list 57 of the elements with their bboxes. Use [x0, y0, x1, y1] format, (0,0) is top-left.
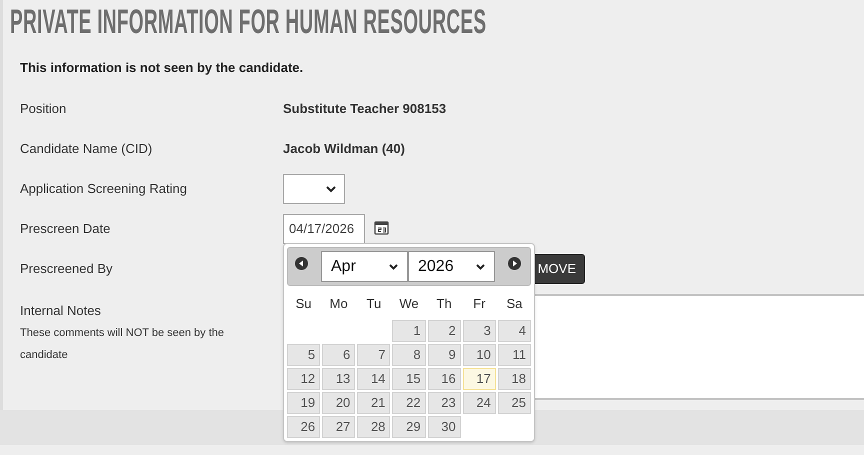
weekday-header: Sa — [506, 295, 522, 314]
notes-hint: These comments will NOT be seen by the candidate — [20, 326, 225, 362]
day-cell[interactable]: 24 — [462, 392, 496, 414]
field-label: Prescreened By — [20, 260, 114, 278]
calendar-icon[interactable] — [374, 220, 389, 234]
year-dropdown[interactable]: 2026 — [408, 251, 495, 282]
next-icon[interactable] — [508, 257, 521, 270]
section-heading: PRIVATE INFORMATION FOR HUMAN RESOURCES — [10, 4, 486, 40]
field-label: Application Screening Rating — [20, 180, 188, 198]
day-cell[interactable]: 7 — [357, 344, 390, 366]
day-cell[interactable]: 28 — [357, 416, 390, 438]
field-label: Position — [20, 100, 68, 118]
day-cell[interactable]: 1 — [392, 320, 426, 342]
day-cell[interactable]: 26 — [287, 416, 320, 438]
day-cell[interactable]: 3 — [462, 320, 496, 342]
day-cell[interactable]: 15 — [392, 368, 426, 390]
chevron-down-icon — [389, 264, 398, 270]
day-cell[interactable]: 13 — [322, 368, 356, 390]
weekday-header: Tu — [366, 295, 382, 314]
day-cell[interactable]: 20 — [322, 392, 356, 414]
date-field[interactable]: 04/17/2026 — [283, 214, 365, 244]
previous-icon[interactable] — [295, 257, 308, 270]
day-cell[interactable]: 17 — [462, 368, 496, 390]
day-cell[interactable]: 27 — [322, 416, 356, 438]
chevron-down-icon — [326, 186, 336, 192]
day-cell[interactable]: 16 — [428, 368, 461, 390]
day-cell[interactable]: 9 — [428, 344, 461, 366]
notice-text: This information is not seen by the candidate. — [20, 59, 304, 78]
day-cell[interactable]: 14 — [357, 368, 390, 390]
day-cell[interactable]: 11 — [498, 344, 531, 366]
day-cell[interactable]: 18 — [498, 368, 531, 390]
day-cell[interactable]: 10 — [462, 344, 496, 366]
chevron-down-icon — [476, 264, 485, 270]
day-cell[interactable]: 25 — [498, 392, 531, 414]
field-label: Candidate Name (CID) — [20, 140, 154, 158]
day-cell[interactable]: 6 — [322, 344, 356, 366]
day-cell[interactable]: 5 — [287, 344, 320, 366]
month-dropdown[interactable]: Apr — [321, 251, 408, 282]
day-cell[interactable]: 8 — [392, 344, 426, 366]
weekday-header: Su — [296, 295, 312, 314]
field-label: Prescreen Date — [20, 220, 112, 238]
day-cell[interactable]: 2 — [428, 320, 461, 342]
weekday-header: Fr — [473, 295, 486, 314]
field-label: Internal Notes — [20, 302, 102, 320]
weekday-header: Th — [436, 295, 452, 314]
day-cell[interactable]: 4 — [498, 320, 531, 342]
day-cell[interactable]: 21 — [357, 392, 390, 414]
field-value: Substitute Teacher 908153 — [283, 100, 446, 118]
day-cell[interactable]: 19 — [287, 392, 320, 414]
field-value: Jacob Wildman (40) — [283, 140, 405, 158]
day-cell[interactable]: 12 — [287, 368, 320, 390]
weekday-header: Mo — [330, 295, 348, 314]
day-cell[interactable]: 29 — [392, 416, 426, 438]
weekday-header: We — [399, 295, 419, 314]
day-cell[interactable]: 30 — [428, 416, 461, 438]
day-cell[interactable]: 23 — [428, 392, 461, 414]
day-cell[interactable]: 22 — [392, 392, 426, 414]
